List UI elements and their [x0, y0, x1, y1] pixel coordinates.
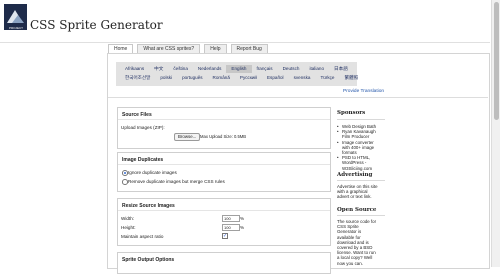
tab-home[interactable]: Home	[108, 44, 134, 53]
language-row-1: Afrikaans 中文 čeština Nederlands English …	[120, 65, 353, 73]
source-files-heading: Source Files	[122, 112, 152, 118]
language-link[interactable]: français	[252, 65, 278, 73]
content-divider	[108, 97, 488, 98]
ignore-duplicates-radio[interactable]	[122, 170, 128, 176]
image-duplicates-heading: Image Duplicates	[122, 157, 164, 163]
source-files-section: Source Files Upload Images (ZIP): Browse…	[117, 107, 331, 149]
language-link[interactable]: 繁體照	[339, 74, 363, 82]
sidebar-divider	[337, 119, 385, 120]
section-divider	[118, 210, 330, 211]
resize-images-section: Resize Source Images Width: 100 % Height…	[117, 198, 331, 246]
page-scrollbar[interactable]	[491, 0, 500, 267]
sponsor-link-continued[interactable]: W3Sliciing.com	[337, 166, 376, 171]
language-link[interactable]: Español	[262, 74, 289, 82]
language-selector: Afrikaans 中文 čeština Nederlands English …	[116, 62, 358, 86]
sprite-output-heading: Sprite Output Options	[122, 257, 175, 263]
open-source-heading: Open Source	[337, 207, 377, 213]
header-divider	[0, 42, 490, 43]
ignore-duplicates-label: Ignore duplicate images	[128, 169, 177, 175]
remove-duplicates-radio[interactable]	[122, 179, 128, 185]
tab-what-are-css-sprites[interactable]: What are CSS sprites?	[137, 44, 201, 53]
open-source-line: a local copy? Well	[337, 255, 373, 261]
width-unit: %	[240, 216, 245, 221]
tab-report-bug[interactable]: Report Bug	[230, 44, 268, 53]
width-label: Width:	[121, 216, 135, 221]
sidebar-divider	[337, 180, 385, 181]
image-duplicates-section: Image Duplicates Ignore duplicate images…	[117, 152, 331, 192]
language-link[interactable]: 中文	[149, 65, 168, 73]
language-link[interactable]: Türkçe	[315, 74, 339, 82]
tab-help[interactable]: Help	[204, 44, 227, 53]
language-link[interactable]: italiano	[304, 65, 329, 73]
language-link[interactable]: Afrikaans	[120, 65, 149, 73]
main-tabs: Home What are CSS sprites? Help Report B…	[108, 44, 268, 53]
height-label: Height:	[121, 225, 136, 230]
sponsors-list: Web Design Bath Ryan Kavanaugh Film Prod…	[337, 124, 376, 171]
language-link[interactable]: Русский	[235, 74, 262, 82]
advertising-heading: Advertising	[337, 172, 373, 178]
language-row-2: 한국어조선말 polski português Română Русский E…	[120, 74, 363, 82]
height-input[interactable]: 100	[222, 224, 240, 231]
width-input[interactable]: 100	[222, 215, 240, 222]
logo-line-2: FONDUE	[9, 29, 22, 33]
language-link[interactable]: svenska	[289, 74, 316, 82]
resize-images-heading: Resize Source Images	[122, 203, 175, 209]
max-upload-size: Max Upload Size: 0.5MB	[200, 134, 247, 139]
sidebar-divider	[337, 215, 385, 216]
aspect-ratio-label: Maintain aspect ratio	[121, 234, 164, 239]
advertising-line: advert or text link.	[337, 194, 372, 200]
upload-label: Upload Images (ZIP):	[121, 125, 165, 130]
sponsors-heading: Sponsors	[337, 110, 366, 116]
language-link[interactable]: 日本語	[329, 65, 353, 73]
project-fondue-logo[interactable]: PROJECT FONDUE	[4, 4, 27, 33]
section-divider	[118, 164, 330, 165]
section-divider	[118, 119, 330, 120]
open-source-line: now you can.	[337, 260, 363, 266]
open-source-text: The source code for CSS Sprite Generator…	[337, 219, 376, 266]
browse-button[interactable]: Browse...	[174, 133, 201, 141]
page-title: CSS Sprite Generator	[30, 18, 163, 32]
language-link[interactable]: Deutsch	[278, 65, 305, 73]
language-link[interactable]: Nederlands	[193, 65, 227, 73]
language-link[interactable]: Română	[208, 74, 235, 82]
language-link[interactable]: português	[177, 74, 207, 82]
advertising-text: Advertise on this site with a graphical …	[337, 184, 378, 200]
language-link[interactable]: 한국어조선말	[120, 74, 155, 82]
provide-translation-link[interactable]: Provide Translation	[343, 89, 384, 94]
language-link[interactable]: polski	[155, 74, 177, 82]
aspect-ratio-checkbox[interactable]	[222, 233, 228, 239]
scrollbar-thumb[interactable]	[494, 2, 499, 120]
sprite-output-section: Sprite Output Options	[117, 252, 331, 274]
language-link[interactable]: čeština	[168, 65, 193, 73]
language-link-selected[interactable]: English	[226, 65, 252, 73]
remove-duplicates-label: Remove duplicate images but merge CSS ru…	[128, 178, 225, 184]
height-unit: %	[240, 225, 245, 230]
